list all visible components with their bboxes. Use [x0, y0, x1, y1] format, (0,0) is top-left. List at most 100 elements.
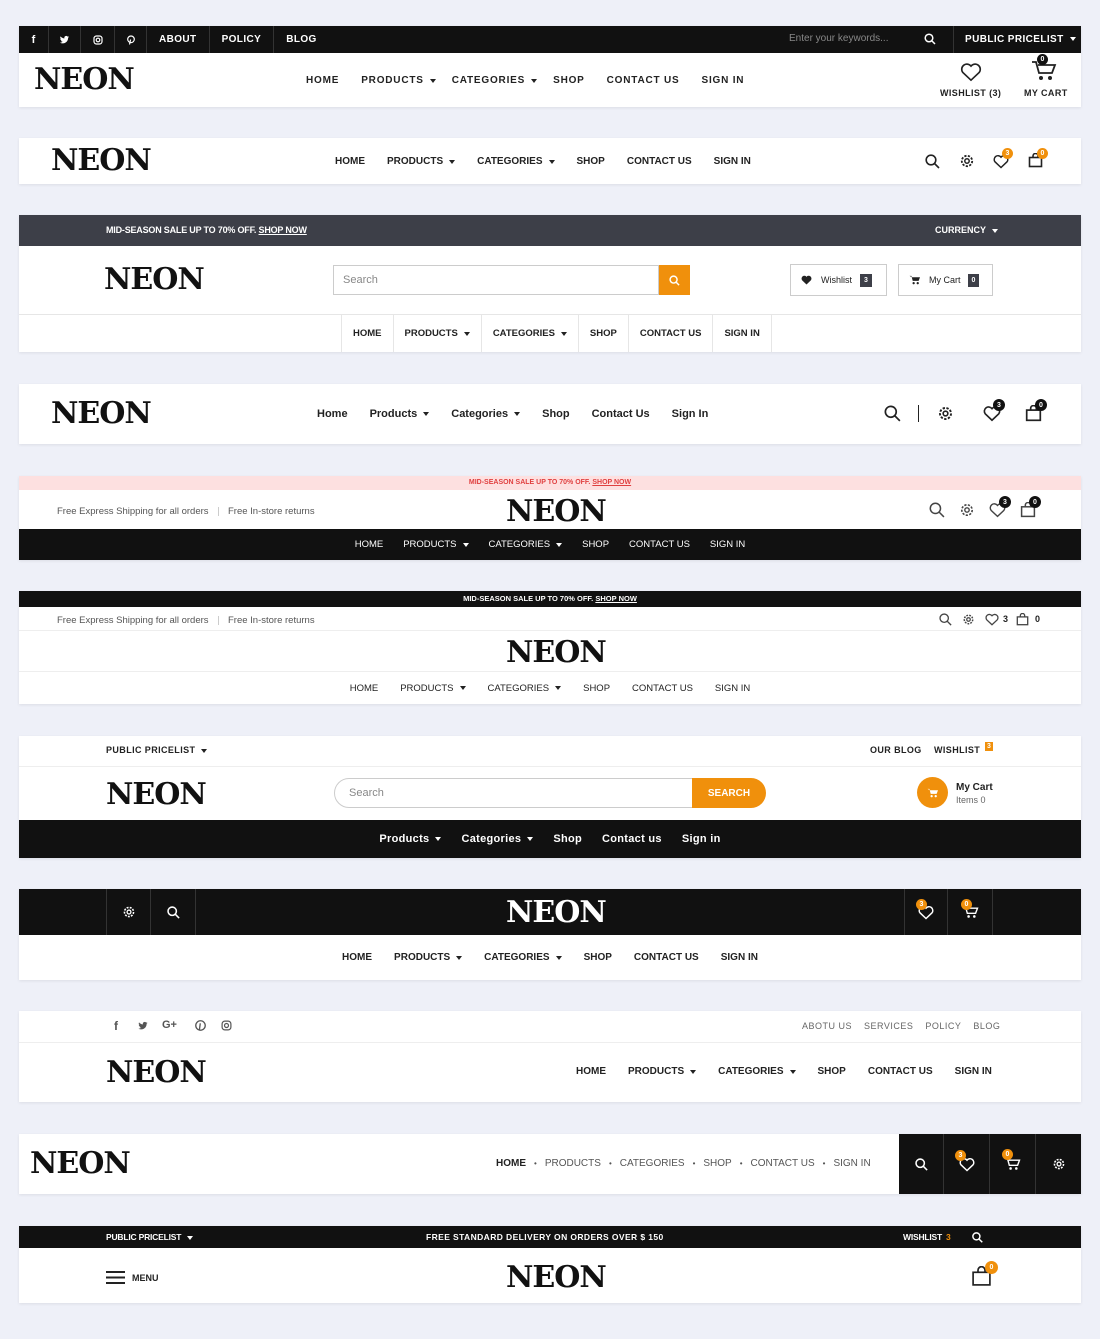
nav-signin[interactable]: Sign in	[682, 833, 721, 845]
nav-home[interactable]: HOME	[342, 952, 372, 963]
nav-products[interactable]: PRODUCTS	[387, 156, 455, 167]
pricelist-dropdown[interactable]: PUBLIC PRICELIST	[106, 745, 207, 755]
nav-contact[interactable]: CONTACT US	[868, 1066, 933, 1077]
logo[interactable]: NEON	[106, 780, 207, 810]
search-icon[interactable]	[939, 613, 952, 626]
nav-products[interactable]: PRODUCTS	[628, 1066, 696, 1077]
nav-categories[interactable]: CATEGORIES	[718, 1066, 795, 1077]
nav-signin[interactable]: SIGN IN	[710, 539, 745, 550]
nav-contact[interactable]: Contact us	[602, 833, 662, 845]
logo[interactable]: NEON	[51, 399, 152, 429]
nav-home[interactable]: HOME	[306, 75, 339, 86]
nav-signin[interactable]: SIGN IN	[833, 1158, 870, 1169]
search-icon[interactable]	[972, 1232, 983, 1243]
blog-link[interactable]: BLOG	[274, 26, 329, 53]
heart-icon[interactable]	[960, 62, 982, 82]
logo[interactable]: NEON	[506, 1263, 607, 1293]
logo[interactable]: NEON	[106, 1058, 207, 1088]
twitter-icon[interactable]	[137, 1021, 149, 1031]
nav-signin[interactable]: Sign In	[672, 408, 709, 420]
nav-categories[interactable]: CATEGORIES	[482, 315, 579, 352]
cart-icon[interactable]	[990, 1134, 1036, 1194]
nav-categories[interactable]: Categories	[451, 408, 520, 420]
facebook-icon[interactable]: f	[114, 1019, 118, 1033]
nav-products[interactable]: PRODUCTS	[361, 75, 436, 86]
nav-products[interactable]: Products	[379, 833, 441, 845]
logo[interactable]: NEON	[506, 497, 607, 527]
wishlist-label[interactable]: WISHLIST (3)	[940, 88, 1001, 98]
blog-link[interactable]: BLOG	[973, 1021, 1000, 1031]
search-icon[interactable]	[899, 1134, 944, 1194]
search-input[interactable]: Search	[334, 778, 694, 808]
nav-signin[interactable]: SIGN IN	[721, 952, 758, 963]
gear-icon[interactable]	[106, 889, 151, 935]
gear-icon[interactable]	[937, 405, 954, 422]
pricelist-dropdown[interactable]: PUBLIC PRICELIST	[953, 26, 1081, 53]
nav-shop[interactable]: SHOP	[818, 1066, 846, 1077]
nav-shop[interactable]: Shop	[553, 833, 582, 845]
nav-categories[interactable]: CATEGORIES	[488, 683, 562, 694]
gear-icon[interactable]	[1036, 1134, 1081, 1194]
twitter-icon[interactable]	[49, 26, 81, 53]
nav-shop[interactable]: SHOP	[577, 156, 605, 167]
wishlist-link[interactable]: WISHLIST	[934, 745, 980, 755]
cart-label[interactable]: MY CART	[1024, 88, 1068, 98]
nav-contact[interactable]: CONTACT US	[632, 683, 693, 694]
search-icon[interactable]	[929, 502, 945, 518]
nav-contact[interactable]: CONTACT US	[751, 1158, 815, 1169]
shop-now-link[interactable]: SHOP NOW	[592, 479, 631, 486]
nav-products[interactable]: Products	[370, 408, 430, 420]
search-input[interactable]: Enter your keywords...	[789, 33, 888, 44]
pinterest-icon[interactable]	[115, 26, 147, 53]
nav-signin[interactable]: SIGN IN	[713, 315, 772, 352]
instagram-icon[interactable]	[81, 26, 115, 53]
nav-shop[interactable]: SHOP	[703, 1158, 731, 1169]
search-button[interactable]: SEARCH	[692, 778, 766, 808]
heart-icon[interactable]	[904, 889, 948, 935]
nav-products[interactable]: PRODUCTS	[394, 315, 482, 352]
nav-shop[interactable]: SHOP	[579, 315, 629, 352]
cart-button[interactable]: My Cart 0	[898, 264, 993, 296]
search-icon[interactable]	[924, 33, 936, 45]
heart-icon[interactable]	[944, 1134, 990, 1194]
search-icon[interactable]	[925, 154, 940, 169]
nav-home[interactable]: HOME	[341, 315, 394, 352]
nav-shop[interactable]: SHOP	[583, 683, 610, 694]
nav-signin[interactable]: SIGN IN	[714, 156, 751, 167]
nav-categories[interactable]: Categories	[461, 833, 533, 845]
menu-label[interactable]: MENU	[132, 1273, 159, 1283]
nav-signin[interactable]: SIGN IN	[715, 683, 750, 694]
nav-categories[interactable]: CATEGORIES	[484, 952, 561, 963]
cart-title[interactable]: My Cart	[956, 782, 993, 793]
cart-icon[interactable]	[1016, 613, 1029, 626]
search-input[interactable]: Search	[333, 265, 659, 295]
logo[interactable]: NEON	[104, 265, 205, 295]
search-icon[interactable]	[884, 405, 901, 422]
policy-link[interactable]: POLICY	[210, 26, 275, 53]
gear-icon[interactable]	[962, 613, 975, 626]
search-icon[interactable]	[151, 889, 196, 935]
nav-signin[interactable]: SIGN IN	[955, 1066, 992, 1077]
nav-products[interactable]: PRODUCTS	[545, 1158, 601, 1169]
nav-categories[interactable]: CATEGORIES	[477, 156, 554, 167]
wishlist-button[interactable]: Wishlist 3	[790, 264, 887, 296]
nav-contact[interactable]: CONTACT US	[629, 315, 714, 352]
nav-contact[interactable]: Contact Us	[592, 408, 650, 420]
nav-shop[interactable]: Shop	[542, 408, 570, 420]
nav-shop[interactable]: SHOP	[582, 539, 609, 550]
logo[interactable]: NEON	[506, 898, 607, 928]
nav-categories[interactable]: CATEGORIES	[620, 1158, 685, 1169]
blog-link[interactable]: OUR BLOG	[870, 745, 922, 755]
pricelist-dropdown[interactable]: PUBLIC PRICELIST	[106, 1232, 193, 1242]
gear-icon[interactable]	[959, 153, 975, 169]
nav-products[interactable]: PRODUCTS	[403, 539, 468, 550]
search-button[interactable]	[659, 265, 690, 295]
nav-categories[interactable]: CATEGORIES	[452, 75, 537, 86]
facebook-icon[interactable]: f	[19, 26, 49, 53]
nav-shop[interactable]: SHOP	[584, 952, 612, 963]
logo[interactable]: NEON	[506, 638, 607, 668]
nav-home[interactable]: HOME	[335, 156, 365, 167]
nav-home[interactable]: HOME	[576, 1066, 606, 1077]
nav-signin[interactable]: SIGN IN	[701, 75, 744, 86]
nav-home[interactable]: Home	[317, 408, 348, 420]
